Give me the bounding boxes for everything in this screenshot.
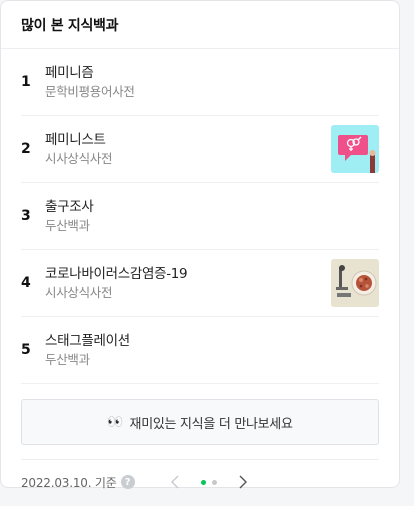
item-title[interactable]: 페미니스트	[45, 131, 331, 150]
next-arrow-icon[interactable]	[233, 472, 253, 492]
knowledge-card: 많이 본 지식백과 1 페미니즘 문학비평용어사전 2 페미니스트 시사상식사전	[0, 0, 400, 490]
date-basis: 2022.03.10. 기준	[21, 475, 117, 490]
rank-number: 2	[21, 141, 31, 157]
item-source: 두산백과	[45, 352, 90, 367]
covid-thumbnail[interactable]	[331, 259, 379, 307]
item-title[interactable]: 페미니즘	[45, 64, 379, 83]
item-texts: 스태그플레이션 두산백과	[45, 332, 379, 368]
item-title[interactable]: 스태그플레이션	[45, 332, 379, 351]
feminism-thumbnail[interactable]	[331, 125, 379, 173]
rank-number: 1	[21, 74, 31, 90]
rank-number: 4	[21, 275, 31, 291]
item-title[interactable]: 출구조사	[45, 198, 379, 217]
item-source: 두산백과	[45, 218, 90, 233]
item-source: 시사상식사전	[45, 151, 113, 166]
card-header: 많이 본 지식백과	[1, 1, 399, 49]
item-texts: 페미니즘 문학비평용어사전	[45, 64, 379, 100]
more-knowledge-label: 재미있는 지식을 더 만나보세요	[129, 416, 293, 432]
microscope-petri-dish-image	[331, 259, 379, 307]
item-source: 문학비평용어사전	[45, 84, 135, 99]
item-source: 시사상식사전	[45, 285, 113, 300]
item-title[interactable]: 코로나바이러스감염증-19	[45, 265, 331, 284]
list-item[interactable]: 4 코로나바이러스감염증-19 시사상식사전	[21, 250, 379, 317]
rank-number: 5	[21, 342, 31, 358]
page-dot-active[interactable]	[200, 479, 206, 485]
list-item[interactable]: 2 페미니스트 시사상식사전	[21, 116, 379, 183]
more-wrap: 👀 재미있는 지식을 더 만나보세요	[1, 399, 399, 445]
item-texts: 페미니스트 시사상식사전	[45, 131, 331, 167]
question-icon[interactable]: ?	[120, 475, 135, 489]
more-knowledge-button[interactable]: 👀 재미있는 지식을 더 만나보세요	[21, 399, 379, 445]
card-footer: 2022.03.10. 기준 ?	[21, 459, 379, 504]
rank-number: 3	[21, 208, 31, 224]
item-texts: 코로나바이러스감염증-19 시사상식사전	[45, 265, 331, 301]
eyes-icon: 👀	[107, 414, 123, 430]
card-title: 많이 본 지식백과	[21, 17, 119, 34]
page-dot[interactable]	[211, 479, 217, 485]
list-item[interactable]: 1 페미니즘 문학비평용어사전	[21, 49, 379, 116]
list-item[interactable]: 3 출구조사 두산백과	[21, 183, 379, 250]
list-item[interactable]: 5 스태그플레이션 두산백과	[21, 317, 379, 384]
item-texts: 출구조사 두산백과	[45, 198, 379, 234]
pager	[165, 472, 253, 492]
ranking-list: 1 페미니즘 문학비평용어사전 2 페미니스트 시사상식사전 3 출구조사 두산…	[1, 49, 399, 384]
prev-arrow-icon[interactable]	[165, 472, 185, 492]
page-dots	[200, 479, 217, 485]
feminism-symbol-image	[331, 125, 379, 173]
